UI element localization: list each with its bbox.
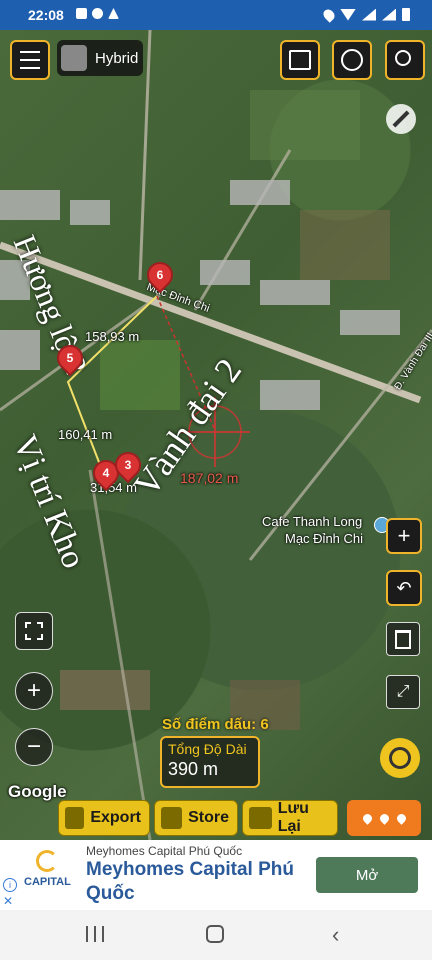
ad-logo-text: CAPITAL [24,876,71,888]
image-icon [76,8,87,19]
back-button[interactable]: ‹ [332,922,339,948]
ad-logo: CAPITAL [24,850,71,898]
my-location-button[interactable] [380,738,420,778]
share-icon [65,807,85,829]
minus-icon: − [26,733,41,760]
markers-button[interactable] [347,800,421,836]
map-book-icon [289,50,311,70]
map-type-toggle[interactable]: Hybrid [57,40,143,76]
undo-button[interactable]: ↶ [386,570,422,606]
ad-open-button[interactable]: Mở [316,857,418,893]
signal-icon-2 [382,8,396,21]
messenger-icon [92,8,103,19]
delete-button[interactable] [386,622,420,656]
ad-logo-mark [36,850,58,872]
save-label: Lưu Lại [277,800,309,835]
distance-label-1: 158,93 m [85,329,140,344]
pin-icon-2 [377,811,391,825]
plus-icon: + [26,677,41,704]
home-button[interactable] [206,925,224,943]
location-search-button[interactable] [332,40,372,80]
map-type-label: Hybrid [95,49,139,67]
map-layer-icon [61,45,87,71]
cafe-label-2: Mạc Đỉnh Chi [285,531,364,546]
cafe-label-1: Cafe Thanh Long [262,514,363,529]
ad-headline: Meyhomes Capital Phú Quốc [86,858,316,906]
map-book-button[interactable] [280,40,320,80]
battery-icon [402,8,410,21]
store-button[interactable]: Store [154,800,238,836]
expand-arrows-icon: ⤢ [396,683,410,700]
ad-info-icon[interactable]: i [3,878,17,892]
menu-button[interactable] [10,40,50,80]
map-view[interactable]: Hybrid Mạc Đỉnh Chi Đ. Vành Đai III Cafe… [0,30,432,840]
undo-icon: ↶ [396,578,412,598]
points-value: 6 [260,716,269,733]
warning-icon [108,8,119,19]
search-icon [395,50,411,66]
status-time: 22:08 [28,7,64,23]
distance-label-4: 187,02 m [180,470,239,486]
system-nav-bar: ‹ [0,910,432,960]
compass-icon [392,110,410,128]
length-label: Tổng Độ Dài [168,741,247,757]
points-count: Số điểm dấu: 6 [162,716,269,733]
length-value: 390 m [168,759,219,779]
status-bar: 22:08 [0,0,432,30]
notification-icons [76,8,119,19]
ad-headline-text: Meyhomes Capital Phú Quốc [86,859,294,904]
export-button[interactable]: Export [58,800,150,836]
search-button[interactable] [385,40,425,80]
ad-close-icon[interactable]: ✕ [3,894,13,908]
target-icon [389,747,411,769]
system-icons [321,6,410,23]
location-icon [321,6,337,23]
folder-icon [161,807,183,829]
back-icon: ‹ [332,922,340,947]
fullscreen-icon [25,622,43,640]
globe-pin-icon [341,49,363,71]
fullscreen-button[interactable] [15,612,53,650]
recents-icon [94,926,96,942]
export-label: Export [90,809,141,826]
zoom-in-button[interactable]: + [15,672,53,710]
save-icon [249,807,272,829]
points-label: Số điểm dấu: [162,716,257,733]
trash-icon [395,629,411,649]
save-button[interactable]: Lưu Lại [242,800,338,836]
distance-label-2: 160,41 m [58,427,113,442]
google-logo: Google [8,782,67,801]
menu-icon [20,51,40,69]
recents-button[interactable] [86,926,104,942]
zoom-out-button[interactable]: − [15,728,53,766]
ad-open-label: Mở [355,866,379,884]
signal-icon [362,8,376,21]
total-length-box: Tổng Độ Dài 390 m [160,736,260,788]
pin-icon-3 [394,811,408,825]
ad-brand: Meyhomes Capital Phú Quốc [86,844,243,858]
add-point-button[interactable]: + [386,518,422,554]
wifi-icon [340,8,356,21]
action-bar: Export Store Lưu Lại [58,800,338,836]
ad-banner[interactable]: i ✕ CAPITAL Meyhomes Capital Phú Quốc Me… [0,840,432,910]
plus-icon-right: + [397,523,411,548]
compass-button[interactable] [386,104,416,134]
pin-icon-1 [360,811,374,825]
expand-button[interactable]: ⤢ [386,675,420,709]
store-label: Store [188,809,229,826]
